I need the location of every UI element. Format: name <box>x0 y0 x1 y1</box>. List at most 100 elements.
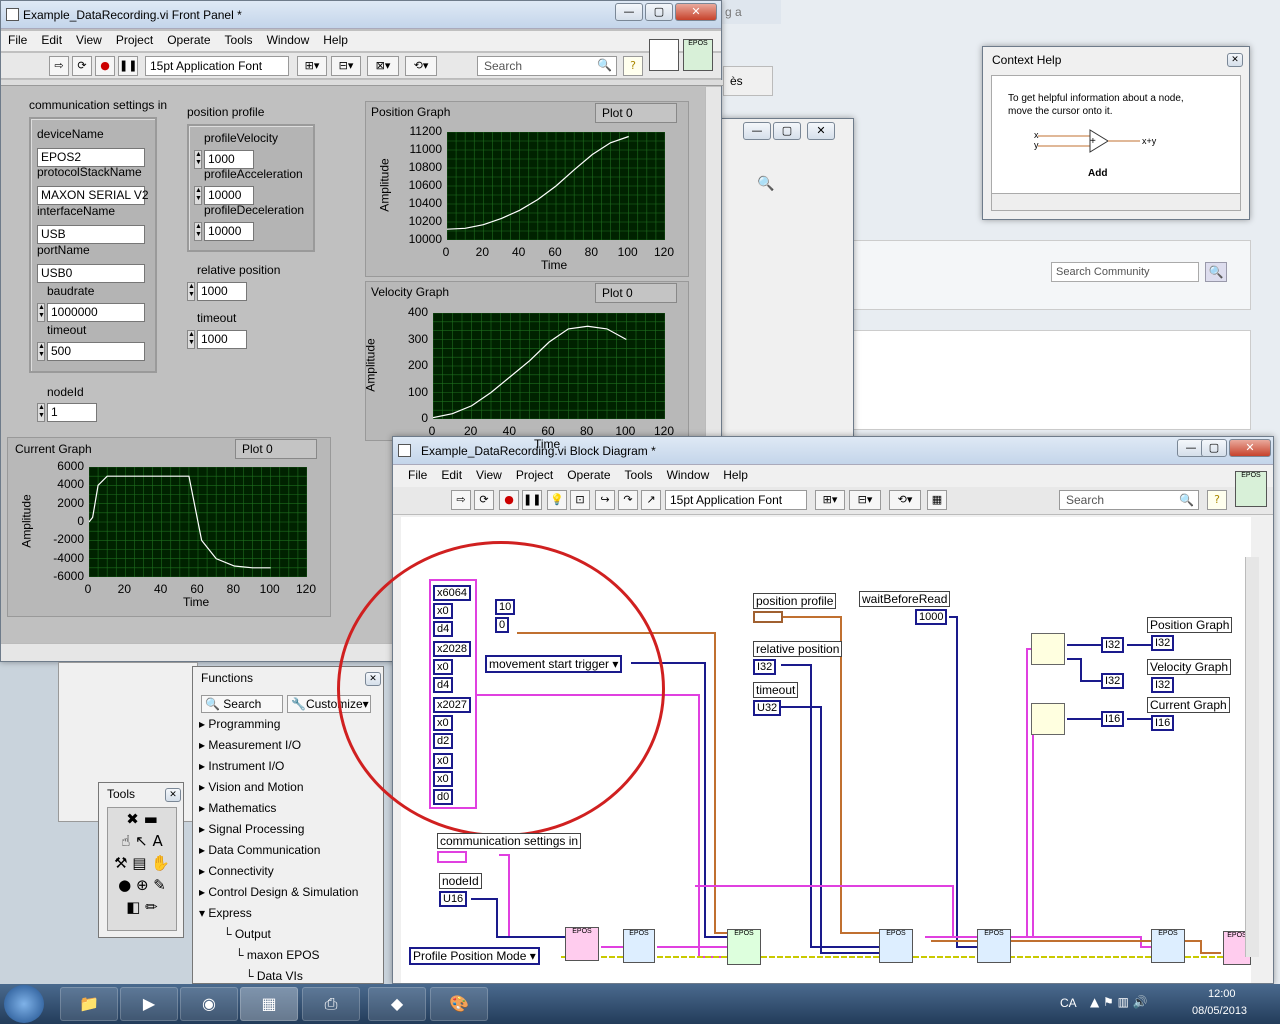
epos-subvi-4[interactable]: EPOS <box>879 929 913 963</box>
palette-item-measurement[interactable]: ▸ Measurement I/O <box>199 738 301 752</box>
bd-search-input[interactable]: Search <box>1059 490 1199 510</box>
fp-search-icon[interactable]: 🔍 <box>597 58 612 72</box>
timeout-spinner[interactable]: ▲ ▼ <box>37 342 45 361</box>
menu-edit[interactable]: Edit <box>34 31 69 49</box>
language-indicator[interactable]: CA <box>1060 996 1077 1010</box>
node-id-terminal[interactable]: U16 <box>439 891 468 907</box>
palette-item-vision[interactable]: ▸ Vision and Motion <box>199 780 304 794</box>
bd-reorder-icon[interactable]: ⟲▾ <box>889 490 921 510</box>
profile-velocity-spinner[interactable]: ▲ ▼ <box>194 150 202 169</box>
comm-settings-terminal[interactable] <box>437 851 467 863</box>
chrome-taskbar-icon[interactable]: ◉ <box>180 987 238 1021</box>
palette-sub-maxon[interactable]: └ maxon EPOS <box>235 948 320 962</box>
tools-close-button[interactable]: ✕ <box>165 788 181 802</box>
timeout-terminal[interactable]: U32 <box>753 700 782 716</box>
fp-search-input[interactable]: Search <box>477 56 617 76</box>
browser-tab-2[interactable]: ès <box>723 66 773 96</box>
epos-initialize-subvi[interactable]: EPOS <box>565 927 599 961</box>
index-array-node-2[interactable] <box>1031 703 1065 735</box>
bd-menu-operate[interactable]: Operate <box>560 466 617 484</box>
wiring-tool-icon[interactable]: ⚒ ▤ ✋ <box>108 852 176 874</box>
menu-window[interactable]: Window <box>260 31 317 49</box>
protocol-stack-field[interactable]: MAXON SERIAL V2 <box>37 186 149 205</box>
bd-menu-edit[interactable]: Edit <box>434 466 469 484</box>
fp-minimize-button[interactable]: — <box>615 3 643 21</box>
bd-align-icon[interactable]: ⊞▾ <box>815 490 845 510</box>
bd-menu-file[interactable]: File <box>401 466 434 484</box>
epos-start-subvi[interactable]: EPOS <box>727 929 761 965</box>
operation-mode-enum[interactable]: Profile Position Mode ▾ <box>409 947 540 965</box>
labview-taskbar-icon[interactable]: ▦ <box>240 987 298 1021</box>
profile-deceleration-spinner[interactable]: ▲ ▼ <box>194 222 202 241</box>
position-graph-indicator[interactable]: I32 <box>1151 635 1175 651</box>
cleanup-diagram-icon[interactable]: ▦ <box>927 490 947 510</box>
community-search-input[interactable]: Search Community <box>1051 262 1199 282</box>
bd-distribute-icon[interactable]: ⊟▾ <box>849 490 881 510</box>
bd-menu-tools[interactable]: Tools <box>618 466 660 484</box>
palette-item-control[interactable]: ▸ Control Design & Simulation <box>199 885 358 899</box>
bg-close-button[interactable]: ✕ <box>807 122 835 140</box>
bd-vertical-scrollbar[interactable] <box>1245 557 1259 957</box>
paint-taskbar-icon[interactable]: 🎨 <box>430 987 488 1021</box>
i16-conversion[interactable]: I16 <box>1101 711 1125 727</box>
velocity-graph-indicator[interactable]: I32 <box>1151 677 1175 693</box>
tray-icons[interactable]: ▲ ⚑ ▥ 🔊 <box>1090 995 1148 1009</box>
epos-subvi-2[interactable]: EPOS <box>623 929 655 963</box>
velocity-graph-legend[interactable]: Plot 0 <box>595 283 677 303</box>
explorer-taskbar-icon[interactable]: 📁 <box>60 987 118 1021</box>
menu-tools[interactable]: Tools <box>218 31 260 49</box>
bd-help-icon[interactable]: ? <box>1207 490 1227 510</box>
reorder-icon[interactable]: ⟲▾ <box>405 56 437 76</box>
functions-search-button[interactable]: 🔍 Search <box>201 695 283 713</box>
timeout2-field[interactable]: 1000 <box>197 330 247 349</box>
bd-pause-icon[interactable]: ❚❚ <box>522 490 542 510</box>
font-selector[interactable]: 15pt Application Font <box>145 56 289 76</box>
clock-date[interactable]: 08/05/2013 <box>1192 1005 1247 1017</box>
current-graph-legend[interactable]: Plot 0 <box>235 439 317 459</box>
bd-menu-window[interactable]: Window <box>660 466 717 484</box>
highlight-execution-icon[interactable]: 💡 <box>547 490 567 510</box>
i32-conversion-1[interactable]: I32 <box>1101 637 1125 653</box>
bg-minimize-button[interactable]: — <box>743 122 771 140</box>
interface-name-field[interactable]: USB <box>37 225 145 244</box>
baudrate-spinner[interactable]: ▲ ▼ <box>37 303 45 322</box>
bd-search-icon[interactable]: 🔍 <box>1179 493 1194 507</box>
context-help-close-button[interactable]: ✕ <box>1227 53 1243 67</box>
bd-canvas[interactable]: x6064 x0 d4 x2028 x0 d4 x2027 x0 d2 x0 x… <box>337 517 1259 983</box>
retain-wire-values-icon[interactable]: ⊡ <box>570 490 590 510</box>
menu-file[interactable]: File <box>1 31 34 49</box>
port-name-field[interactable]: USB0 <box>37 264 145 283</box>
step-over-icon[interactable]: ↷ <box>618 490 638 510</box>
clock-time[interactable]: 12:00 <box>1208 988 1236 1000</box>
run-arrow-icon[interactable]: ⇨ <box>49 56 69 76</box>
palette-item-connectivity[interactable]: ▸ Connectivity <box>199 864 274 878</box>
step-into-icon[interactable]: ↪ <box>595 490 615 510</box>
wait-before-read-constant[interactable]: 1000 <box>915 609 948 625</box>
bd-maximize-button[interactable]: ▢ <box>1201 439 1227 457</box>
menu-operate[interactable]: Operate <box>160 31 217 49</box>
auto-tool-icon[interactable]: ✖ ▬ <box>108 808 176 830</box>
menu-project[interactable]: Project <box>109 31 160 49</box>
i32-conversion-2[interactable]: I32 <box>1101 673 1125 689</box>
operate-tool-icon[interactable]: ☝ ↖ A <box>108 830 176 852</box>
menu-view[interactable]: View <box>69 31 109 49</box>
relative-position-terminal[interactable]: I32 <box>753 659 777 675</box>
bd-font-selector[interactable]: 15pt Application Font <box>665 490 807 510</box>
distribute-icon[interactable]: ⊟▾ <box>331 56 361 76</box>
palette-item-signal[interactable]: ▸ Signal Processing <box>199 822 304 836</box>
current-graph-plot[interactable] <box>89 467 307 577</box>
epos-subvi-6[interactable]: EPOS <box>1151 929 1185 963</box>
palette-item-express[interactable]: ▾ Express <box>199 906 252 920</box>
bd-close-button[interactable]: ✕ <box>1229 439 1271 457</box>
fp-maximize-button[interactable]: ▢ <box>645 3 673 21</box>
help-icon[interactable]: ? <box>623 56 643 76</box>
position-profile-terminal[interactable] <box>753 611 783 623</box>
fp-close-button[interactable]: ✕ <box>675 3 717 21</box>
palette-sub-datavis[interactable]: └ Data VIs <box>245 969 303 983</box>
relative-position-spinner[interactable]: ▲ ▼ <box>187 282 195 301</box>
bg-maximize-button[interactable]: ▢ <box>773 122 801 140</box>
menu-help[interactable]: Help <box>316 31 355 49</box>
position-graph-legend[interactable]: Plot 0 <box>595 103 677 123</box>
bd-run-icon[interactable]: ⇨ <box>451 490 471 510</box>
timeout2-spinner[interactable]: ▲ ▼ <box>187 330 195 349</box>
